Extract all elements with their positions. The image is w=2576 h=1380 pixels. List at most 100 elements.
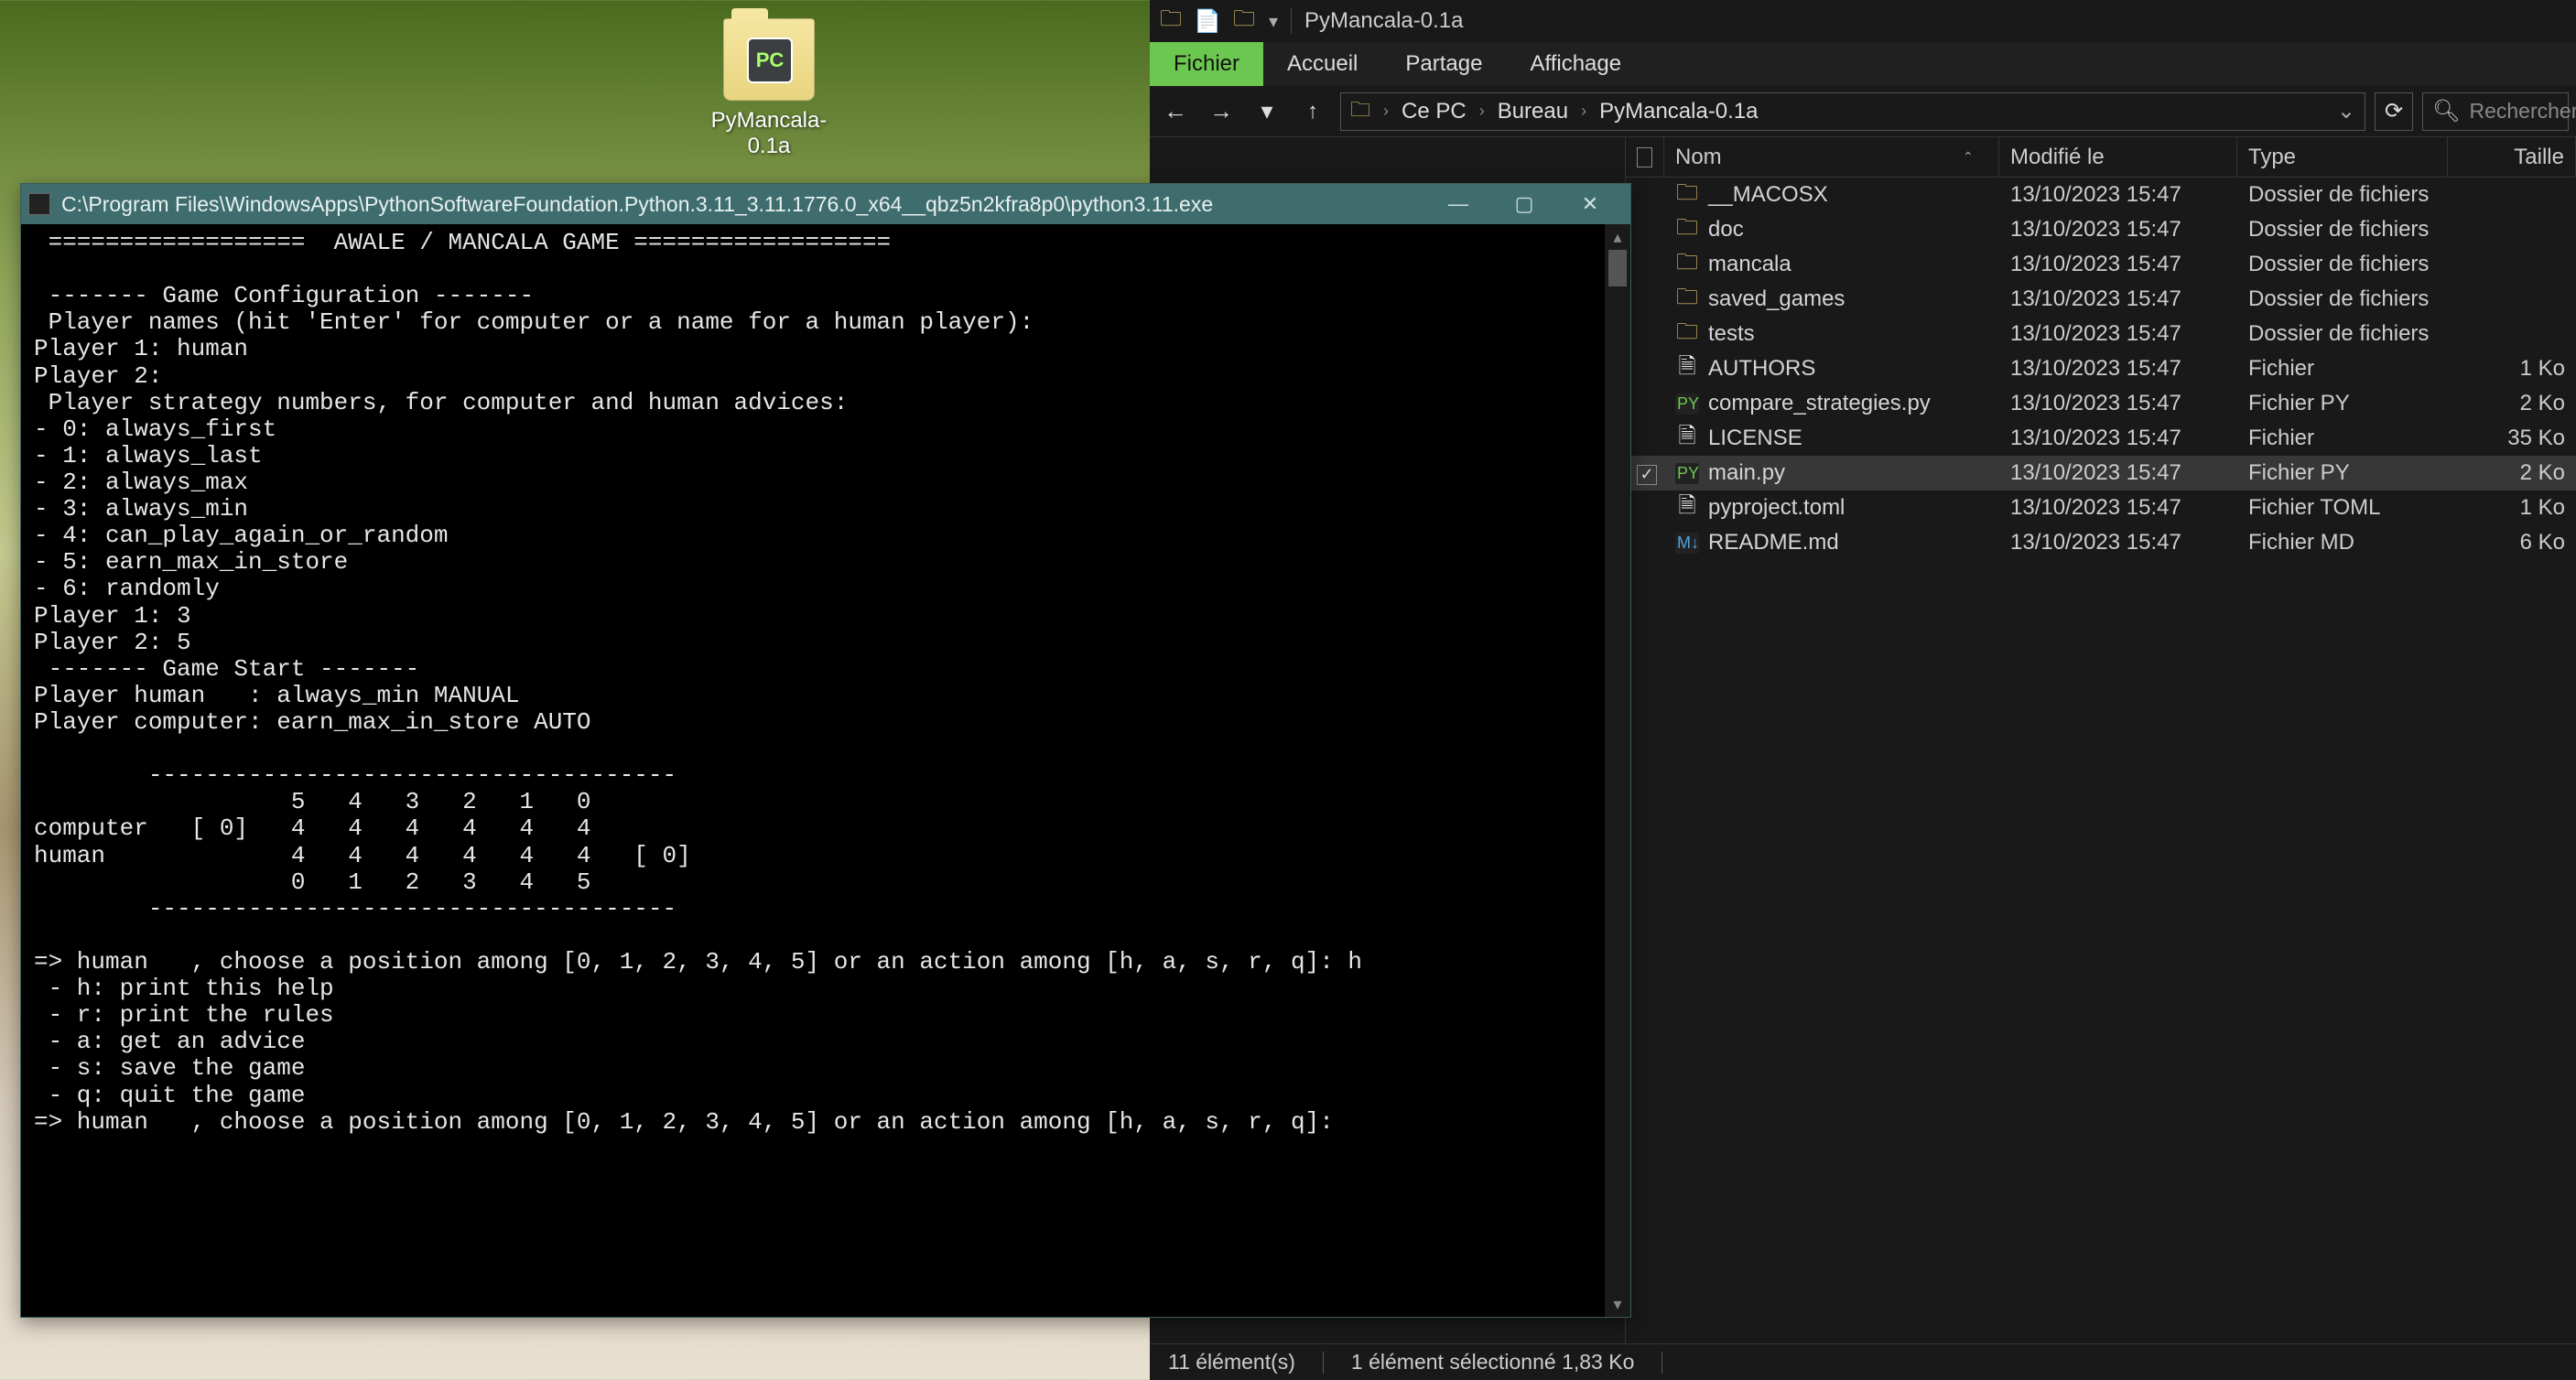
file-icon: 🗎 [1675, 350, 1699, 388]
quickaccess-pin-icon[interactable]: 📄 [1196, 9, 1219, 33]
row-checkbox[interactable] [1637, 465, 1657, 485]
type-cell: Dossier de fichiers [2237, 252, 2448, 277]
py-icon: PY [1675, 394, 1699, 415]
tab-view[interactable]: Affichage [1506, 42, 1645, 86]
terminal-titlebar[interactable]: C:\Program Files\WindowsApps\PythonSoftw… [21, 184, 1630, 224]
tab-home[interactable]: Accueil [1263, 42, 1381, 86]
modified-cell: 13/10/2023 15:47 [1999, 182, 2237, 208]
refresh-button[interactable]: ⟳ [2375, 92, 2413, 131]
type-cell: Fichier TOML [2237, 495, 2448, 521]
folder-icon: PC [723, 18, 815, 101]
table-row[interactable]: 🗀mancala13/10/2023 15:47Dossier de fichi… [1626, 247, 2576, 282]
terminal-title: C:\Program Files\WindowsApps\PythonSoftw… [61, 192, 1425, 217]
chevron-right-icon: › [1479, 102, 1485, 121]
breadcrumb-desktop[interactable]: Bureau [1498, 99, 1568, 124]
type-cell: Dossier de fichiers [2237, 321, 2448, 347]
address-dropdown-icon[interactable]: ⌄ [2337, 98, 2355, 124]
table-row[interactable]: M↓README.md13/10/2023 15:47Fichier MD6 K… [1626, 525, 2576, 560]
scroll-down-arrow[interactable]: ▾ [1605, 1291, 1630, 1317]
row-checkbox-cell[interactable] [1626, 460, 1664, 486]
tab-share[interactable]: Partage [1381, 42, 1506, 86]
status-selection: 1 élément sélectionné 1,83 Ko [1351, 1350, 1634, 1375]
filename-cell[interactable]: PYmain.py [1664, 460, 1999, 486]
minimize-button[interactable]: — [1425, 184, 1491, 224]
filename-cell[interactable]: 🗎 AUTHORS [1664, 350, 1999, 388]
status-count: 11 élément(s) [1168, 1350, 1295, 1375]
status-bar: 11 élément(s) 1 élément sélectionné 1,83… [1150, 1343, 2576, 1380]
terminal-scrollbar[interactable]: ▴ ▾ [1605, 224, 1630, 1317]
nav-back-button[interactable]: ← [1157, 93, 1194, 130]
tab-file[interactable]: Fichier [1150, 42, 1263, 86]
type-cell: Fichier [2237, 356, 2448, 382]
explorer-ribbon: Fichier Accueil Partage Affichage [1150, 42, 2576, 86]
column-type[interactable]: Type [2237, 137, 2448, 177]
address-bar[interactable]: 🗀 › Ce PC › Bureau › PyMancala-0.1a ⌄ [1340, 92, 2365, 131]
filename-cell[interactable]: 🗀tests [1664, 316, 1999, 353]
type-cell: Dossier de fichiers [2237, 217, 2448, 243]
filename-label: saved_games [1708, 286, 1845, 312]
column-headers: Nom ⌃ Modifié le Type Taille [1626, 137, 2576, 178]
filename-cell[interactable]: 🗀saved_games [1664, 281, 1999, 318]
column-name[interactable]: Nom ⌃ [1664, 137, 1999, 177]
table-row[interactable]: 🗀tests13/10/2023 15:47Dossier de fichier… [1626, 317, 2576, 351]
modified-cell: 13/10/2023 15:47 [1999, 321, 2237, 347]
table-row[interactable]: 🗀saved_games13/10/2023 15:47Dossier de f… [1626, 282, 2576, 317]
size-cell: 2 Ko [2448, 460, 2576, 486]
modified-cell: 13/10/2023 15:47 [1999, 530, 2237, 555]
py-icon: PY [1675, 463, 1699, 484]
separator [1291, 8, 1292, 34]
chevron-down-icon[interactable]: ▾ [1269, 10, 1278, 33]
terminal-output[interactable]: ================== AWALE / MANCALA GAME … [21, 224, 1630, 1317]
filename-label: compare_strategies.py [1708, 391, 1931, 416]
maximize-button[interactable]: ▢ [1491, 184, 1557, 224]
pycharm-overlay-icon: PC [747, 38, 793, 83]
search-input[interactable]: 🔍︎ Rechercher [2422, 92, 2569, 131]
folder-icon: 🗀 [1675, 316, 1699, 353]
filename-cell[interactable]: 🗀doc [1664, 211, 1999, 249]
explorer-titlebar[interactable]: 🗀 📄 🗀 ▾ PyMancala-0.1a [1150, 0, 2576, 42]
chevron-right-icon: › [1581, 102, 1586, 121]
column-checkbox[interactable] [1626, 137, 1664, 177]
folder-icon: 🗀 [1675, 177, 1699, 214]
type-cell: Fichier PY [2237, 391, 2448, 416]
modified-cell: 13/10/2023 15:47 [1999, 356, 2237, 382]
close-button[interactable]: ✕ [1557, 184, 1623, 224]
nav-history-dropdown[interactable]: ▾ [1249, 93, 1285, 130]
table-row[interactable]: 🗎pyproject.toml13/10/2023 15:47Fichier T… [1626, 491, 2576, 525]
filename-label: AUTHORS [1708, 356, 1815, 382]
type-cell: Fichier [2237, 426, 2448, 451]
nav-forward-button[interactable]: → [1203, 93, 1239, 130]
filename-label: LICENSE [1708, 426, 1802, 451]
folder-icon: 🗀 [1350, 94, 1370, 129]
nav-up-button[interactable]: ↑ [1294, 93, 1331, 130]
filename-cell[interactable]: 🗀__MACOSX [1664, 177, 1999, 214]
desktop-folder-pymancala[interactable]: PC PyMancala-0.1a [696, 18, 842, 159]
table-row[interactable]: 🗎AUTHORS13/10/2023 15:47Fichier1 Ko [1626, 351, 2576, 386]
quickaccess-folder-icon[interactable]: 🗀 [1232, 9, 1256, 33]
scroll-up-arrow[interactable]: ▴ [1605, 224, 1630, 250]
table-row[interactable]: PYmain.py13/10/2023 15:47Fichier PY2 Ko [1626, 456, 2576, 491]
size-cell: 2 Ko [2448, 391, 2576, 416]
python-icon [28, 193, 50, 215]
select-all-checkbox[interactable] [1637, 147, 1652, 167]
table-row[interactable]: 🗀__MACOSX13/10/2023 15:47Dossier de fich… [1626, 178, 2576, 212]
scrollbar-thumb[interactable] [1608, 250, 1627, 286]
filename-cell[interactable]: PY compare_strategies.py [1664, 391, 1999, 416]
column-modified[interactable]: Modifié le [1999, 137, 2237, 177]
filename-label: mancala [1708, 252, 1791, 277]
filename-cell[interactable]: M↓README.md [1664, 530, 1999, 555]
size-cell: 6 Ko [2448, 530, 2576, 555]
breadcrumb-ce-pc[interactable]: Ce PC [1402, 99, 1467, 124]
terminal-body[interactable]: ================== AWALE / MANCALA GAME … [21, 224, 1630, 1317]
table-row[interactable]: PYcompare_strategies.py13/10/2023 15:47F… [1626, 386, 2576, 421]
filename-cell[interactable]: 🗀mancala [1664, 246, 1999, 284]
size-cell: 1 Ko [2448, 495, 2576, 521]
table-row[interactable]: 🗀doc13/10/2023 15:47Dossier de fichiers [1626, 212, 2576, 247]
divider [1661, 1352, 1662, 1374]
breadcrumb-folder[interactable]: PyMancala-0.1a [1599, 99, 1758, 124]
filename-cell[interactable]: 🗎pyproject.toml [1664, 490, 1999, 527]
folder-icon: 🗀 [1675, 211, 1699, 249]
column-size[interactable]: Taille [2448, 137, 2576, 177]
filename-cell[interactable]: 🗎LICENSE [1664, 420, 1999, 458]
table-row[interactable]: 🗎LICENSE13/10/2023 15:47Fichier35 Ko [1626, 421, 2576, 456]
